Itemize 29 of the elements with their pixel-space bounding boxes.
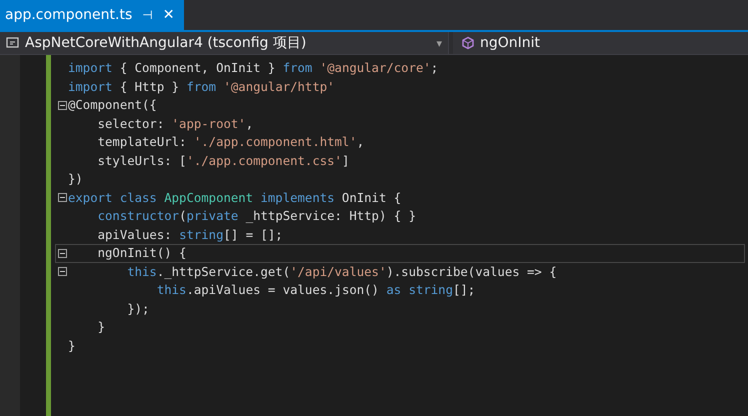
member-dropdown[interactable]: ngOnInit — [453, 32, 748, 54]
caret-icon: ▾ — [436, 36, 442, 50]
project-dropdown[interactable]: AspNetCoreWithAngular4 (tsconfig 项目) ▾ — [0, 32, 449, 54]
code-line: export class AppComponent implements OnInit { — [68, 190, 402, 205]
code-line: this.apiValues = values.json() as string[]; — [156, 283, 476, 298]
code-line: import { Component, OnInit } from '@angular/core'; — [68, 61, 438, 76]
collapse-icon[interactable] — [58, 193, 66, 202]
project-icon — [6, 36, 20, 50]
code-line: }); — [126, 302, 150, 316]
collapse-icon[interactable] — [58, 248, 66, 258]
code-line: styleUrls: ['./app.component.css'] — [96, 154, 350, 168]
code-line: constructor(private _httpService: Http) { } — [96, 209, 416, 224]
collapse-icon[interactable] — [58, 267, 66, 276]
cube-icon — [461, 36, 475, 50]
collapse-icon[interactable] — [58, 100, 66, 110]
code-line: this._httpService.get('/api/values').subscribe(values => { — [126, 264, 557, 279]
code-line: import { Http } from '@angular/http' — [68, 80, 335, 94]
code-line: } — [68, 338, 76, 353]
close-icon[interactable]: ✕ — [162, 7, 174, 23]
code-line: }) — [68, 172, 83, 186]
code-line: @Component({ — [68, 98, 157, 112]
code-line: apiValues: string[] = []; — [96, 228, 283, 242]
code-line: } — [96, 320, 106, 334]
code-line: templateUrl: './app.component.html', — [96, 135, 364, 150]
file-tab[interactable]: app.component.ts ⊣ ✕ — [0, 0, 184, 30]
code-line: ngOnInit() { — [96, 246, 186, 260]
tab-title: app.component.ts — [5, 7, 132, 23]
code-line: selector: 'app-root', — [96, 116, 254, 131]
pin-icon[interactable]: ⊣ — [142, 8, 153, 22]
